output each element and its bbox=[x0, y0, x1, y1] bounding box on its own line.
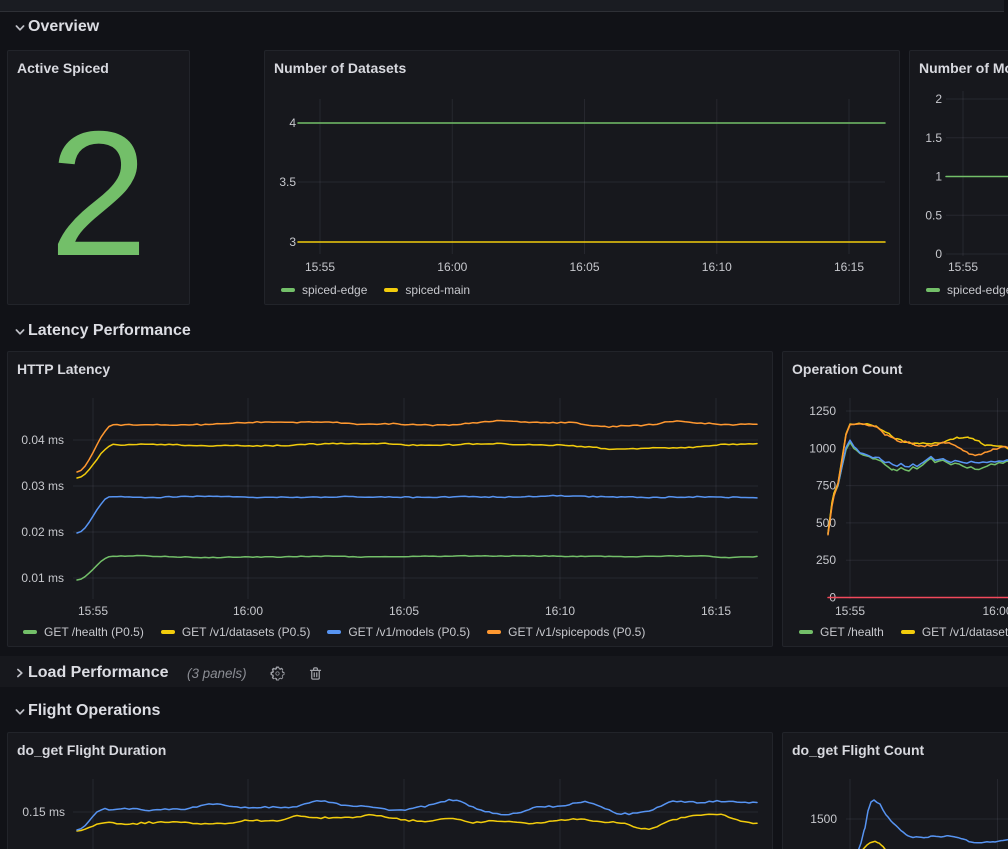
svg-text:1500: 1500 bbox=[810, 812, 837, 826]
svg-text:16:05: 16:05 bbox=[389, 604, 419, 618]
svg-text:500: 500 bbox=[816, 516, 836, 530]
svg-text:4: 4 bbox=[289, 116, 296, 130]
svg-text:0.03 ms: 0.03 ms bbox=[21, 479, 64, 493]
svg-text:16:15: 16:15 bbox=[834, 260, 864, 274]
svg-text:16:05: 16:05 bbox=[569, 260, 599, 274]
svg-text:0.01 ms: 0.01 ms bbox=[21, 571, 64, 585]
svg-text:1.5: 1.5 bbox=[925, 131, 942, 145]
svg-text:0: 0 bbox=[935, 247, 942, 261]
svg-text:16:00: 16:00 bbox=[982, 604, 1008, 618]
svg-text:3: 3 bbox=[289, 235, 296, 249]
svg-text:250: 250 bbox=[816, 553, 836, 567]
svg-text:15:55: 15:55 bbox=[305, 260, 335, 274]
svg-text:16:10: 16:10 bbox=[545, 604, 575, 618]
svg-text:16:00: 16:00 bbox=[233, 604, 263, 618]
svg-text:16:00: 16:00 bbox=[437, 260, 467, 274]
svg-text:1000: 1000 bbox=[809, 441, 836, 455]
svg-text:16:15: 16:15 bbox=[701, 604, 731, 618]
svg-text:1: 1 bbox=[935, 170, 942, 184]
svg-text:750: 750 bbox=[816, 479, 836, 493]
svg-text:15:55: 15:55 bbox=[835, 604, 865, 618]
svg-text:2: 2 bbox=[935, 92, 942, 106]
svg-text:0.04 ms: 0.04 ms bbox=[21, 433, 64, 447]
svg-text:3.5: 3.5 bbox=[279, 175, 296, 189]
svg-text:0.02 ms: 0.02 ms bbox=[21, 525, 64, 539]
svg-text:16:10: 16:10 bbox=[702, 260, 732, 274]
svg-text:15:55: 15:55 bbox=[78, 604, 108, 618]
svg-text:1250: 1250 bbox=[809, 404, 836, 418]
svg-text:0.5: 0.5 bbox=[925, 208, 942, 222]
svg-text:0.15 ms: 0.15 ms bbox=[22, 805, 65, 819]
svg-text:15:55: 15:55 bbox=[948, 260, 978, 274]
